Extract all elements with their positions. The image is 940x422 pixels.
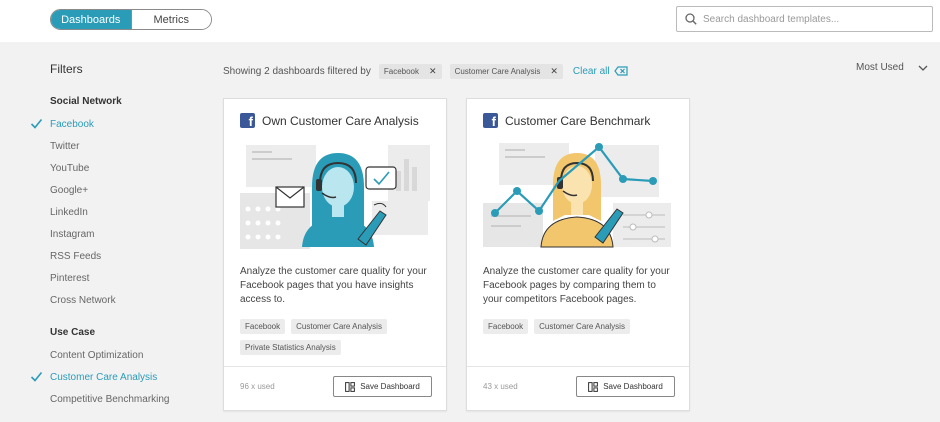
filter-label: RSS Feeds xyxy=(50,250,102,262)
tab-metrics[interactable]: Metrics xyxy=(130,10,211,29)
save-dashboard-label: Save Dashboard xyxy=(603,382,663,391)
check-icon xyxy=(30,118,43,129)
filter-label: LinkedIn xyxy=(50,206,88,218)
filter-label: Customer Care Analysis xyxy=(50,371,158,383)
card-footer: 43 x used Save Dashboard xyxy=(467,366,689,410)
filter-item-youtube[interactable]: YouTube xyxy=(50,157,210,179)
card-description: Analyze the customer care quality for yo… xyxy=(483,266,670,305)
filter-item-pinterest[interactable]: Pinterest xyxy=(50,267,210,289)
filter-item-rss-feeds[interactable]: RSS Feeds xyxy=(50,245,210,267)
clear-all-label: Clear all xyxy=(572,65,610,77)
search-icon xyxy=(685,13,697,25)
benchmark-illustration xyxy=(483,143,671,248)
close-icon[interactable]: ✕ xyxy=(550,66,558,77)
top-bar: Dashboards Metrics xyxy=(0,0,940,42)
filter-label: Facebook xyxy=(50,118,94,130)
sort-label: Most Used xyxy=(856,62,904,73)
filter-item-facebook[interactable]: Facebook xyxy=(30,113,210,135)
card-title: f Own Customer Care Analysis xyxy=(240,113,419,129)
filter-item-cross-network[interactable]: Cross Network xyxy=(50,289,210,311)
view-toggle: Dashboards Metrics xyxy=(50,9,212,30)
filter-label: YouTube xyxy=(50,162,90,174)
tag: Customer Care Analysis xyxy=(291,319,387,334)
filter-label: Competitive Benchmarking xyxy=(50,393,170,405)
filter-item-instagram[interactable]: Instagram xyxy=(50,223,210,245)
filter-item-twitter[interactable]: Twitter xyxy=(50,135,210,157)
chip-label: Facebook xyxy=(383,66,420,76)
card-tags: Facebook Customer Care Analysis Private … xyxy=(240,319,434,355)
facebook-icon: f xyxy=(240,113,255,129)
chip-label: Customer Care Analysis xyxy=(454,66,541,76)
filter-label: Cross Network xyxy=(50,294,116,306)
customer-care-illustration xyxy=(240,145,430,249)
use-case-title: Use Case xyxy=(50,327,96,338)
filter-item-googleplus[interactable]: Google+ xyxy=(50,179,210,201)
save-dashboard-button[interactable]: Save Dashboard xyxy=(576,376,675,397)
results-summary: Showing 2 dashboards filtered by xyxy=(223,65,371,77)
dashboard-card[interactable]: f Own Customer Care Analysis Analyze the… xyxy=(223,98,447,411)
close-icon[interactable]: ✕ xyxy=(429,66,437,77)
usage-count: 96 x used xyxy=(240,382,275,391)
card-title: f Customer Care Benchmark xyxy=(483,113,651,129)
dashboard-card[interactable]: f Customer Care Benchmark Analyze the cu… xyxy=(466,98,690,411)
sort-dropdown[interactable]: Most Used xyxy=(856,62,928,73)
save-dashboard-button[interactable]: Save Dashboard xyxy=(333,376,432,397)
filters-title: Filters xyxy=(50,62,83,76)
results-bar: Showing 2 dashboards filtered by Faceboo… xyxy=(223,62,628,80)
card-footer: 96 x used Save Dashboard xyxy=(224,366,446,410)
clear-all-button[interactable]: Clear all xyxy=(573,66,628,77)
search-input[interactable] xyxy=(703,13,923,25)
backspace-icon xyxy=(613,66,628,76)
search-box xyxy=(676,6,933,32)
usage-count: 43 x used xyxy=(483,382,518,391)
social-network-title: Social Network xyxy=(50,96,122,107)
tag: Customer Care Analysis xyxy=(534,319,630,334)
filter-item-content-optimization[interactable]: Content Optimization xyxy=(50,344,210,366)
tag: Private Statistics Analysis xyxy=(240,340,341,355)
facebook-icon: f xyxy=(483,113,498,129)
card-description: Analyze the customer care quality for yo… xyxy=(240,266,427,305)
filter-label: Instagram xyxy=(50,228,95,240)
check-icon xyxy=(30,371,43,382)
filter-label: Content Optimization xyxy=(50,349,144,361)
save-dashboard-label: Save Dashboard xyxy=(360,382,420,391)
filter-item-linkedin[interactable]: LinkedIn xyxy=(50,201,210,223)
filter-label: Twitter xyxy=(50,140,80,152)
tag: Facebook xyxy=(483,319,529,334)
chevron-down-icon xyxy=(918,65,928,71)
dashboard-icon xyxy=(588,381,599,392)
filter-item-customer-care-analysis[interactable]: Customer Care Analysis xyxy=(30,366,210,388)
card-title-text: Customer Care Benchmark xyxy=(505,113,651,128)
tab-dashboards[interactable]: Dashboards xyxy=(51,10,131,29)
filter-item-competitive-benchmarking[interactable]: Competitive Benchmarking xyxy=(50,388,210,410)
dashboard-icon xyxy=(345,381,356,392)
card-tags: Facebook Customer Care Analysis xyxy=(483,319,677,334)
tag: Facebook xyxy=(240,319,286,334)
filter-chip-facebook: Facebook ✕ xyxy=(378,63,442,79)
filter-chip-customer-care: Customer Care Analysis ✕ xyxy=(449,63,563,79)
filter-label: Pinterest xyxy=(50,272,90,284)
filters-panel: Filters Social Network Facebook Twitter … xyxy=(30,62,210,410)
filter-label: Google+ xyxy=(50,184,89,196)
card-title-text: Own Customer Care Analysis xyxy=(262,113,419,128)
